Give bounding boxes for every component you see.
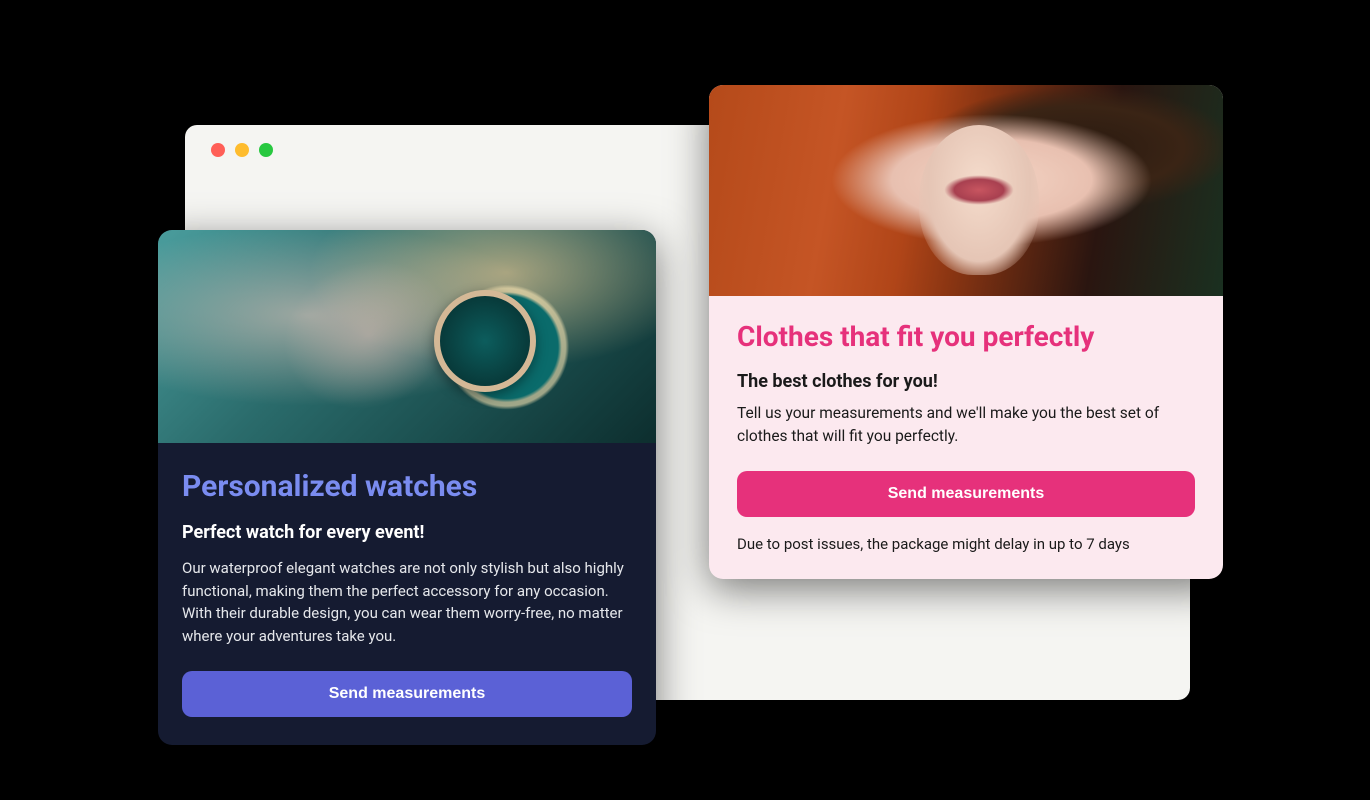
card-clothes-subtitle: The best clothes for you! bbox=[737, 371, 1195, 392]
close-icon[interactable] bbox=[211, 143, 225, 157]
card-watches-image bbox=[158, 230, 656, 443]
send-measurements-button[interactable]: Send measurements bbox=[737, 471, 1195, 517]
minimize-icon[interactable] bbox=[235, 143, 249, 157]
card-clothes-note: Due to post issues, the package might de… bbox=[737, 535, 1195, 553]
send-measurements-button[interactable]: Send measurements bbox=[182, 671, 632, 717]
card-watches-description: Our waterproof elegant watches are not o… bbox=[182, 557, 632, 647]
card-clothes-image bbox=[709, 85, 1223, 296]
card-clothes: Clothes that fit you perfectly The best … bbox=[709, 85, 1223, 579]
card-clothes-body: Clothes that fit you perfectly The best … bbox=[709, 296, 1223, 579]
card-watches-title: Personalized watches bbox=[182, 469, 632, 504]
card-watches: Personalized watches Perfect watch for e… bbox=[158, 230, 656, 745]
card-clothes-description: Tell us your measurements and we'll make… bbox=[737, 402, 1195, 449]
card-watches-subtitle: Perfect watch for every event! bbox=[182, 522, 632, 543]
card-watches-body: Personalized watches Perfect watch for e… bbox=[158, 443, 656, 745]
card-clothes-title: Clothes that fit you perfectly bbox=[737, 320, 1195, 353]
maximize-icon[interactable] bbox=[259, 143, 273, 157]
